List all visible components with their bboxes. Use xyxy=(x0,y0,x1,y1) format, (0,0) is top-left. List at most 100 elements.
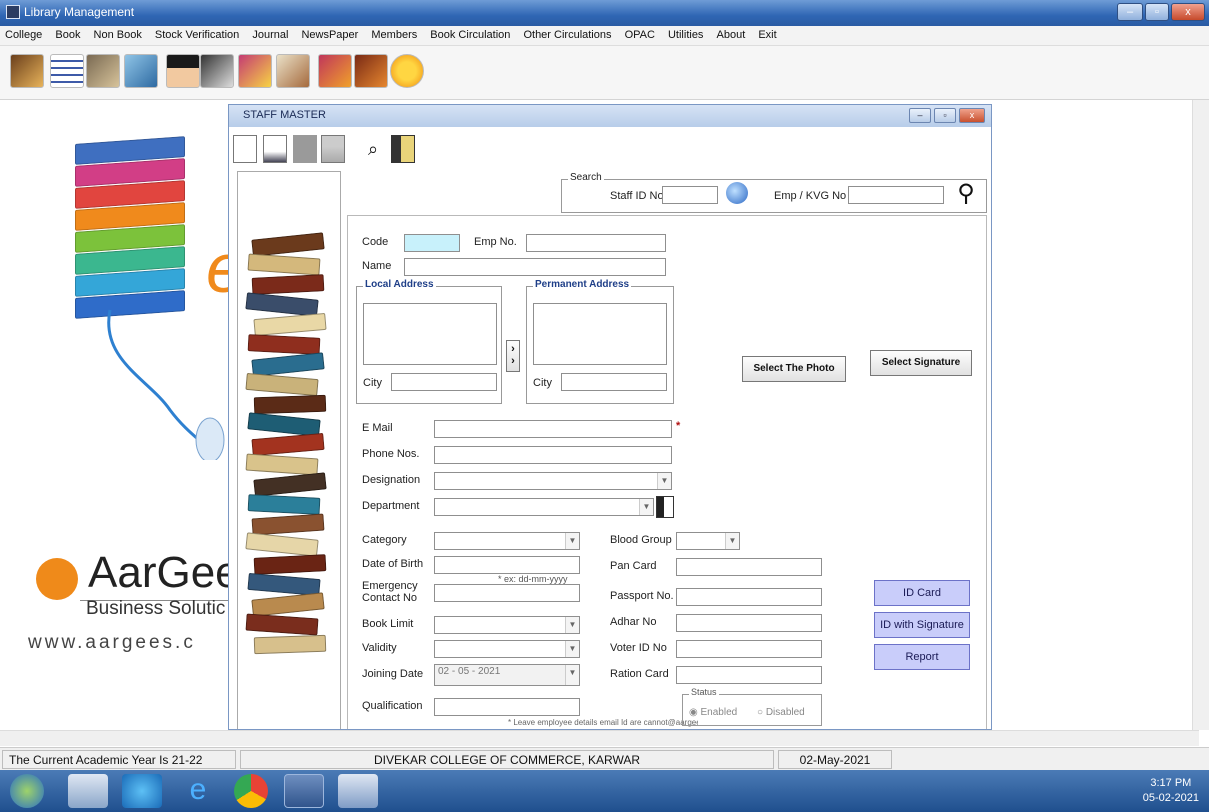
id-card-button[interactable]: ID Card xyxy=(874,580,970,606)
menu-members[interactable]: Members xyxy=(366,26,422,44)
emp-no-label: Emp No. xyxy=(474,236,517,248)
help-icon[interactable] xyxy=(390,54,424,88)
designation-select[interactable]: ▼ xyxy=(434,472,672,490)
menu-exit[interactable]: Exit xyxy=(753,26,781,44)
emergency-input[interactable] xyxy=(434,584,580,602)
menu-college[interactable]: College xyxy=(0,26,47,44)
menu-opac[interactable]: OPAC xyxy=(620,26,660,44)
ration-card-input[interactable] xyxy=(676,666,822,684)
emp-no-input[interactable] xyxy=(526,234,666,252)
email-input[interactable] xyxy=(434,420,672,438)
browser-icon[interactable] xyxy=(122,774,162,808)
permanent-city-input[interactable] xyxy=(561,373,667,391)
journal-icon[interactable] xyxy=(86,54,120,88)
menu-newspaper[interactable]: NewsPaper xyxy=(296,26,363,44)
local-address-input[interactable] xyxy=(363,303,497,365)
explorer-icon[interactable] xyxy=(68,774,108,808)
department-label: Department xyxy=(362,500,420,512)
emp-search-icon[interactable]: ⚲ xyxy=(952,180,980,208)
grid-icon[interactable] xyxy=(50,54,84,88)
child-title: STAFF MASTER xyxy=(243,109,326,121)
menu-about[interactable]: About xyxy=(712,26,751,44)
menu-stock-verification[interactable]: Stock Verification xyxy=(150,26,244,44)
permanent-address-input[interactable] xyxy=(533,303,667,365)
code-input[interactable] xyxy=(404,234,460,252)
name-input[interactable] xyxy=(404,258,666,276)
clock-time: 3:17 PM xyxy=(1150,777,1192,789)
menu-other-circulations[interactable]: Other Circulations xyxy=(518,26,616,44)
dob-input[interactable] xyxy=(434,556,580,574)
exit-icon[interactable] xyxy=(391,135,415,163)
edit-icon[interactable] xyxy=(263,135,287,163)
blood-group-select[interactable]: ▼ xyxy=(676,532,740,550)
passport-input[interactable] xyxy=(676,588,822,606)
staff-search-icon[interactable] xyxy=(726,182,748,204)
horizontal-scrollbar[interactable] xyxy=(0,730,1199,746)
menu-utilities[interactable]: Utilities xyxy=(663,26,708,44)
chrome-icon[interactable] xyxy=(234,774,268,808)
opac-icon[interactable] xyxy=(276,54,310,88)
system-clock[interactable]: 3:17 PM 05-02-2021 xyxy=(1143,776,1199,806)
pan-card-input[interactable] xyxy=(676,558,822,576)
staff-id-input[interactable] xyxy=(662,186,718,204)
book-limit-select[interactable]: ▼ xyxy=(434,616,580,634)
menu-book-circulation[interactable]: Book Circulation xyxy=(425,26,515,44)
child-maximize-button[interactable]: ▫ xyxy=(934,108,956,123)
disabled-label: Disabled xyxy=(765,707,805,718)
local-city-input[interactable] xyxy=(391,373,497,391)
book-icon[interactable] xyxy=(10,54,44,88)
joining-date-picker[interactable]: 02 - 05 - 2021 ▼ xyxy=(434,664,580,686)
name-label: Name xyxy=(362,260,392,272)
find-binoculars-icon[interactable]: ⌕ xyxy=(361,135,385,163)
maximize-button[interactable]: ▫ xyxy=(1145,3,1169,21)
enabled-radio[interactable]: ◉ Enabled xyxy=(689,707,737,718)
dob-label: Date of Birth xyxy=(362,558,424,570)
qualification-input[interactable] xyxy=(434,698,580,716)
utilities-icon[interactable] xyxy=(318,54,352,88)
start-button-icon[interactable] xyxy=(10,774,44,808)
voter-id-input[interactable] xyxy=(676,640,822,658)
book-tower-image xyxy=(237,171,341,729)
book-limit-label: Book Limit xyxy=(362,618,414,630)
member-icon[interactable] xyxy=(166,54,200,88)
copy-address-button[interactable]: › › xyxy=(506,340,520,372)
chevron-down-icon: ▼ xyxy=(565,641,579,657)
ie-icon[interactable]: e xyxy=(178,774,218,808)
category-select[interactable]: ▼ xyxy=(434,532,580,550)
new-icon[interactable] xyxy=(233,135,257,163)
permanent-city-label: City xyxy=(533,377,552,389)
vertical-scrollbar[interactable] xyxy=(1192,100,1209,730)
emp-kvg-input[interactable] xyxy=(848,186,944,204)
department-select[interactable]: ▼ xyxy=(434,498,654,516)
joining-date-label: Joining Date xyxy=(362,668,424,680)
menu-book[interactable]: Book xyxy=(50,26,85,44)
disabled-radio[interactable]: ○ Disabled xyxy=(757,707,805,718)
delete-icon[interactable] xyxy=(293,135,317,163)
department-books-icon[interactable] xyxy=(656,496,674,518)
library-app-icon[interactable] xyxy=(284,774,324,808)
menu-journal[interactable]: Journal xyxy=(247,26,293,44)
report-button[interactable]: Report xyxy=(874,644,970,670)
select-signature-button[interactable]: Select Signature xyxy=(870,350,972,376)
circulation-icon[interactable] xyxy=(200,54,234,88)
validity-label: Validity xyxy=(362,642,397,654)
minimize-button[interactable]: – xyxy=(1117,3,1143,21)
close-button[interactable]: x xyxy=(1171,3,1205,21)
phone-input[interactable] xyxy=(434,446,672,464)
validity-select[interactable]: ▼ xyxy=(434,640,580,658)
id-with-signature-button[interactable]: ID with Signature xyxy=(874,612,970,638)
child-minimize-button[interactable]: – xyxy=(909,108,931,123)
menu-non-book[interactable]: Non Book xyxy=(89,26,147,44)
search-legend: Search xyxy=(568,172,604,183)
newspaper-icon[interactable] xyxy=(124,54,158,88)
dob-hint: * ex: dd-mm-yyyy xyxy=(498,574,568,584)
child-close-button[interactable]: x xyxy=(959,108,985,123)
exit-door-icon[interactable] xyxy=(354,54,388,88)
other-circulation-icon[interactable] xyxy=(238,54,272,88)
adhar-input[interactable] xyxy=(676,614,822,632)
save-icon[interactable] xyxy=(321,135,345,163)
local-address-legend: Local Address xyxy=(363,279,436,290)
clock-date: 05-02-2021 xyxy=(1142,792,1199,804)
word-icon[interactable] xyxy=(338,774,378,808)
select-photo-button[interactable]: Select The Photo xyxy=(742,356,846,382)
